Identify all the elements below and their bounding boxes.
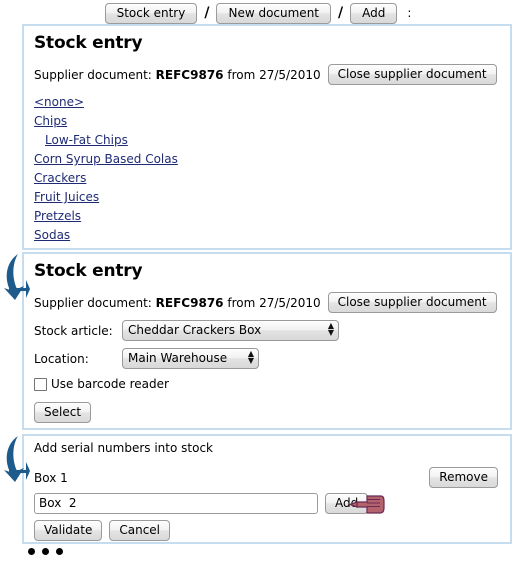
chevron-updown-icon: ▲ ▼ [247, 349, 254, 365]
validate-button[interactable]: Validate [34, 520, 103, 541]
category-link-none[interactable]: <none> [34, 93, 84, 112]
panel2-supplier-date: from 27/5/2010 [227, 295, 321, 310]
select-button[interactable]: Select [34, 402, 92, 423]
panel1-close-supplier-document-button[interactable]: Close supplier document [327, 64, 497, 85]
serial-number-add-row: Box 2 Add [34, 493, 510, 514]
panel2-supplier-ref: REFC9876 [155, 295, 224, 310]
panel2-supplier-row: Supplier document: REFC9876 from 27/5/20… [34, 292, 510, 313]
panel2-button-row: Select [34, 402, 510, 423]
panel3-title: Add serial numbers into stock [34, 441, 213, 455]
panel1-supplier-label: Supplier document: [34, 67, 152, 82]
breadcrumb-separator-2: / [338, 5, 344, 21]
remove-serial-button[interactable]: Remove [429, 467, 498, 488]
breadcrumb: Stock entry / New document / Add : [0, 2, 516, 24]
stock-article-label: Stock article: [34, 323, 113, 338]
panel2-title: Stock entry [34, 261, 143, 281]
serial-number-label: Box 1 [34, 470, 68, 485]
panel2-close-supplier-document-button[interactable]: Close supplier document [327, 292, 497, 313]
ellipsis-dot [42, 548, 49, 555]
stock-article-row: Stock article: Cheddar Crackers Box ▲ ▼ [34, 320, 510, 341]
ellipsis-indicator [28, 548, 63, 555]
location-row: Location: Main Warehouse ▲ ▼ [34, 348, 510, 369]
stock-article-selected-value: Cheddar Crackers Box [128, 323, 262, 337]
location-select[interactable]: Main Warehouse ▲ ▼ [122, 348, 259, 369]
category-link-pretzels[interactable]: Pretzels [34, 207, 81, 226]
panel1-title: Stock entry [34, 33, 143, 53]
breadcrumb-trailing-colon: : [407, 6, 412, 20]
breadcrumb-button-add[interactable]: Add [350, 2, 398, 24]
panel1-supplier-ref: REFC9876 [155, 67, 224, 82]
panel2-supplier-info: Supplier document: REFC9876 from 27/5/20… [34, 296, 321, 310]
breadcrumb-button-new-document[interactable]: New document [216, 2, 332, 24]
category-link-sodas[interactable]: Sodas [34, 226, 70, 245]
add-serial-button[interactable]: Add [325, 493, 369, 514]
use-barcode-reader-checkbox[interactable] [34, 377, 47, 391]
stock-article-select[interactable]: Cheddar Crackers Box ▲ ▼ [122, 320, 339, 341]
category-link-corn-syrup-based-colas[interactable]: Corn Syrup Based Colas [34, 150, 178, 169]
category-link-list: <none> Chips Low-Fat Chips Corn Syrup Ba… [34, 93, 510, 245]
panel-stock-entry-categories: Stock entry Supplier document: REFC9876 … [22, 24, 512, 250]
panel1-supplier-date: from 27/5/2010 [227, 67, 321, 82]
category-link-fruit-juices[interactable]: Fruit Juices [34, 188, 99, 207]
serial-number-input[interactable]: Box 2 [34, 493, 318, 514]
use-barcode-reader-label: Use barcode reader [51, 377, 169, 391]
cancel-button[interactable]: Cancel [109, 520, 171, 541]
ellipsis-dot [28, 548, 35, 555]
category-link-low-fat-chips[interactable]: Low-Fat Chips [45, 131, 128, 150]
serial-number-row: Box 1 Remove [34, 467, 498, 488]
panel-add-serial-numbers: Add serial numbers into stock Box 1 Remo… [22, 434, 512, 544]
stock-entry-page: Stock entry / New document / Add : Stock… [0, 0, 516, 566]
panel3-button-row: Validate Cancel [34, 520, 510, 541]
panel-stock-entry-article-select: Stock entry Supplier document: REFC9876 … [22, 252, 512, 430]
location-selected-value: Main Warehouse [128, 351, 228, 365]
category-link-crackers[interactable]: Crackers [34, 169, 86, 188]
panel1-supplier-info: Supplier document: REFC9876 from 27/5/20… [34, 68, 321, 82]
category-link-chips[interactable]: Chips [34, 112, 67, 131]
breadcrumb-button-stock-entry[interactable]: Stock entry [104, 2, 198, 24]
ellipsis-dot [56, 548, 63, 555]
breadcrumb-separator-1: / [204, 5, 210, 21]
panel1-supplier-row: Supplier document: REFC9876 from 27/5/20… [34, 64, 510, 85]
barcode-reader-row: Use barcode reader [34, 377, 510, 391]
chevron-updown-icon: ▲ ▼ [327, 321, 334, 337]
panel2-supplier-label: Supplier document: [34, 295, 152, 310]
location-label: Location: [34, 351, 89, 366]
